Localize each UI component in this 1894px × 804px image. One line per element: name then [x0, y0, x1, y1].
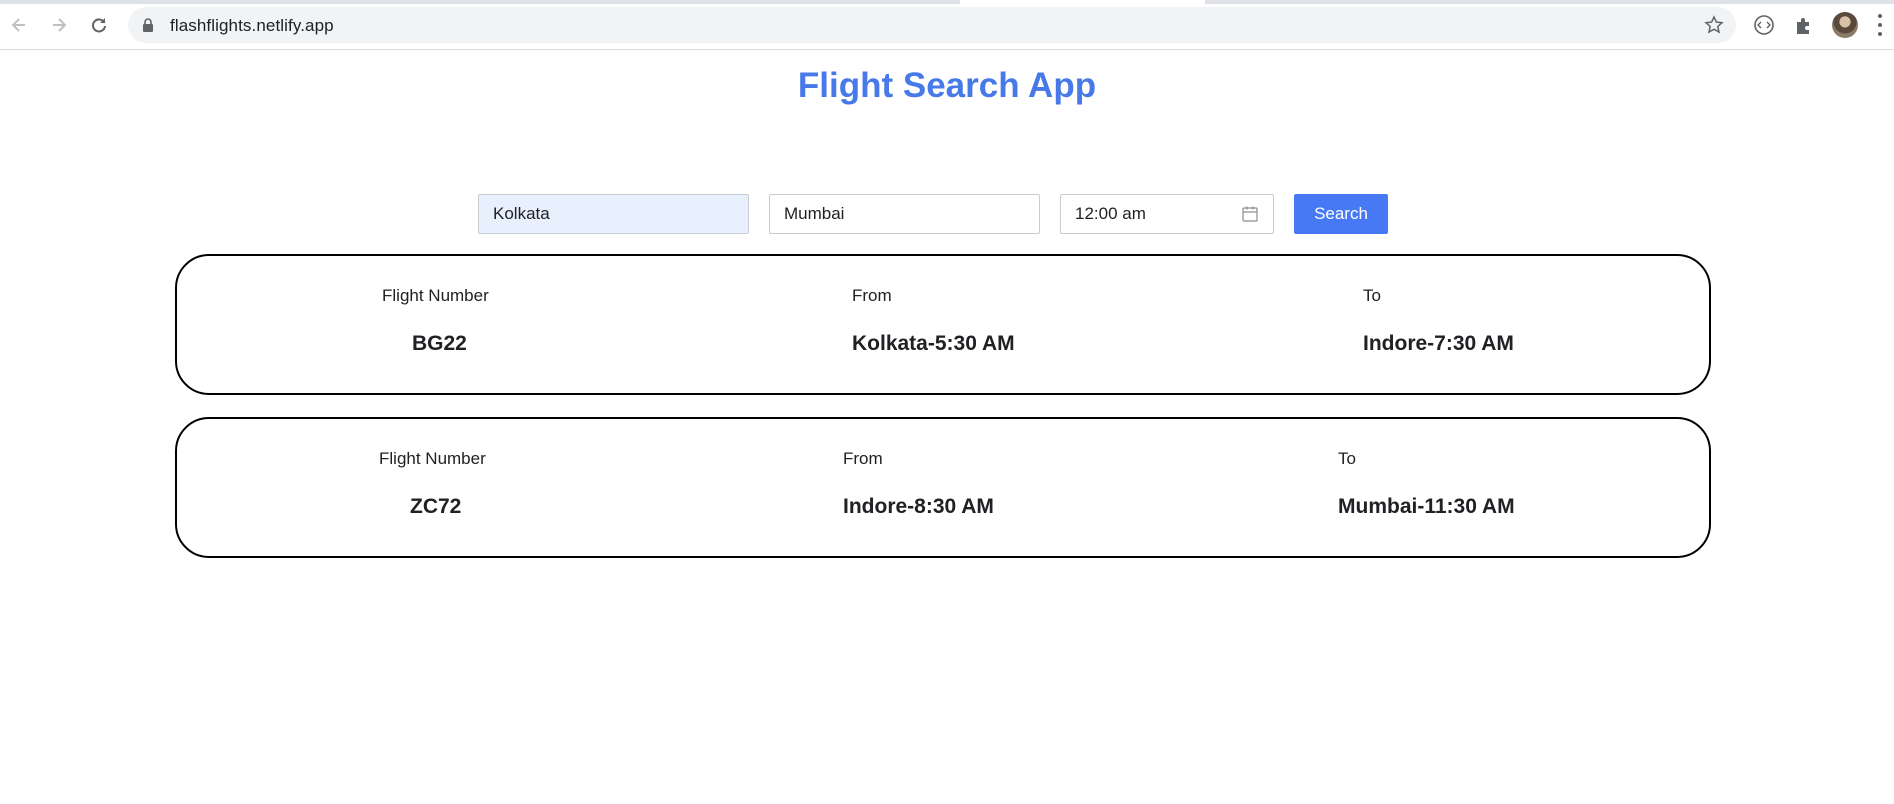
from-value: Kolkata-5:30 AM: [852, 332, 1015, 355]
to-input[interactable]: Mumbai: [769, 194, 1040, 234]
back-arrow-icon[interactable]: [4, 10, 34, 40]
time-value: 12:00 am: [1075, 204, 1146, 223]
time-input[interactable]: 12:00 am: [1060, 194, 1274, 234]
search-button[interactable]: Search: [1294, 194, 1388, 234]
page-title: Flight Search App: [797, 66, 1097, 105]
active-tab[interactable]: [960, 0, 1205, 4]
from-value: Indore-8:30 AM: [843, 495, 994, 518]
from-label: From: [843, 449, 883, 468]
calendar-icon[interactable]: [1241, 205, 1259, 223]
to-label: To: [1338, 449, 1356, 468]
flight-number-value: BG22: [412, 332, 467, 355]
reload-icon[interactable]: [84, 10, 114, 40]
star-icon[interactable]: [1704, 15, 1724, 35]
lock-icon[interactable]: [140, 17, 156, 33]
forward-arrow-icon[interactable]: [44, 10, 74, 40]
to-value: Indore-7:30 AM: [1363, 332, 1514, 355]
flight-result-card: Flight Number BG22 From Kolkata-5:30 AM …: [175, 254, 1711, 395]
to-value: Mumbai-11:30 AM: [1338, 495, 1515, 518]
tab-strip: [0, 0, 1894, 4]
kebab-menu-icon[interactable]: [1876, 14, 1884, 36]
to-label: To: [1363, 286, 1381, 305]
from-label: From: [852, 286, 892, 305]
address-bar[interactable]: flashflights.netlify.app: [128, 7, 1736, 43]
code-extension-icon[interactable]: [1753, 14, 1775, 36]
from-input[interactable]: Kolkata: [478, 194, 749, 234]
flight-result-card: Flight Number ZC72 From Indore-8:30 AM T…: [175, 417, 1711, 558]
flight-number-label: Flight Number: [379, 449, 486, 468]
flight-number-label: Flight Number: [382, 286, 489, 305]
url-text[interactable]: flashflights.netlify.app: [170, 16, 334, 36]
browser-toolbar: flashflights.netlify.app: [0, 0, 1894, 50]
flight-number-value: ZC72: [410, 495, 462, 518]
puzzle-icon[interactable]: [1793, 14, 1815, 36]
avatar[interactable]: [1832, 12, 1858, 38]
